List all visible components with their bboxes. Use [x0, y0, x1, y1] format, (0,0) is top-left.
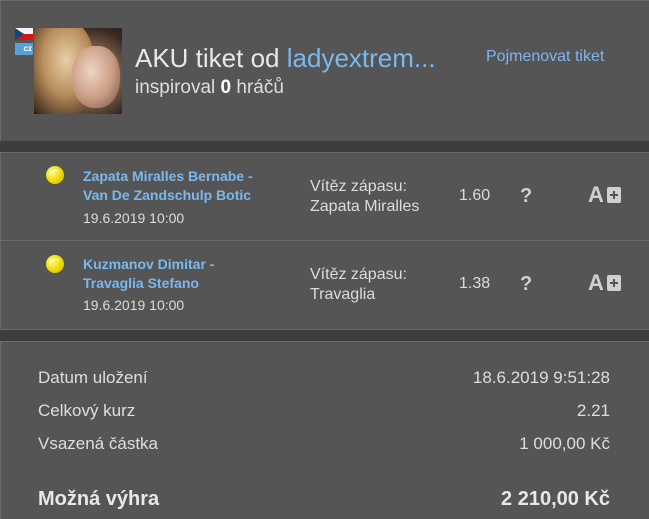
question-icon: ? [520, 273, 533, 295]
match-date: 19.6.2019 10:00 [83, 297, 185, 313]
total-odds-value: 2.21 [576, 401, 610, 420]
team-line: Kuzmanov Dimitar - [83, 256, 215, 272]
stake-value: 1 000,00 Kč [519, 434, 610, 453]
bet-type: Vítěz zápasu: [310, 266, 407, 283]
saved-value: 18.6.2019 9:51:28 [472, 368, 610, 387]
bet-type: Vítěz zápasu: [310, 178, 407, 195]
list-item: Zapata Miralles Bernabe - Van De Zandsch… [1, 153, 649, 241]
match-list: Zapata Miralles Bernabe - Van De Zandsch… [0, 152, 649, 330]
ticket-header: cz AKU tiket od ladyextrem... Pojmenovat… [0, 0, 649, 141]
team-line: Travaglia Stefano [83, 275, 199, 291]
country-badge: cz [15, 43, 33, 55]
rename-ticket-link[interactable]: Pojmenovat tiket [486, 48, 604, 66]
add-to-ticket-icon[interactable]: A [588, 183, 628, 207]
tennis-ball-icon [46, 255, 64, 273]
inspired-prefix: inspiroval [135, 77, 216, 98]
add-to-ticket-icon[interactable]: A [588, 271, 628, 295]
tennis-ball-icon [46, 166, 64, 184]
list-item: Kuzmanov Dimitar - Travaglia Stefano 19.… [1, 241, 649, 328]
bet-selection: Vítěz zápasu: Zapata Miralles [310, 177, 419, 217]
odds-value: 1.60 [459, 187, 491, 204]
inspired-count: 0 [220, 77, 232, 98]
team-line: Van De Zandschulp Botic [83, 187, 252, 203]
total-odds-label: Celkový kurz [38, 401, 136, 420]
odds-value: 1.38 [459, 275, 491, 292]
bet-pick: Zapata Miralles [310, 198, 420, 215]
saved-label: Datum uložení [38, 368, 148, 387]
bet-pick: Travaglia [310, 286, 376, 303]
avatar[interactable] [34, 28, 122, 114]
match-date: 19.6.2019 10:00 [83, 210, 185, 226]
page-title: AKU tiket od ladyextrem... [135, 43, 436, 74]
username-link[interactable]: ladyextrem... [287, 43, 436, 73]
possible-win-value: 2 210,00 Kč [501, 488, 610, 510]
match-teams-link[interactable]: Zapata Miralles Bernabe - Van De Zandsch… [83, 167, 253, 205]
match-teams-link[interactable]: Kuzmanov Dimitar - Travaglia Stefano [83, 255, 214, 293]
inspired-count-text: inspiroval 0 hráčů [135, 77, 284, 99]
question-icon: ? [520, 185, 533, 207]
inspired-suffix: hráčů [236, 77, 284, 98]
bet-selection: Vítěz zápasu: Travaglia [310, 265, 407, 305]
czech-flag-icon [15, 28, 33, 40]
possible-win-label: Možná výhra [38, 488, 160, 510]
stake-label: Vsazená částka [38, 434, 159, 453]
title-prefix: AKU tiket od [135, 43, 280, 73]
team-line: Zapata Miralles Bernabe - [83, 168, 253, 184]
